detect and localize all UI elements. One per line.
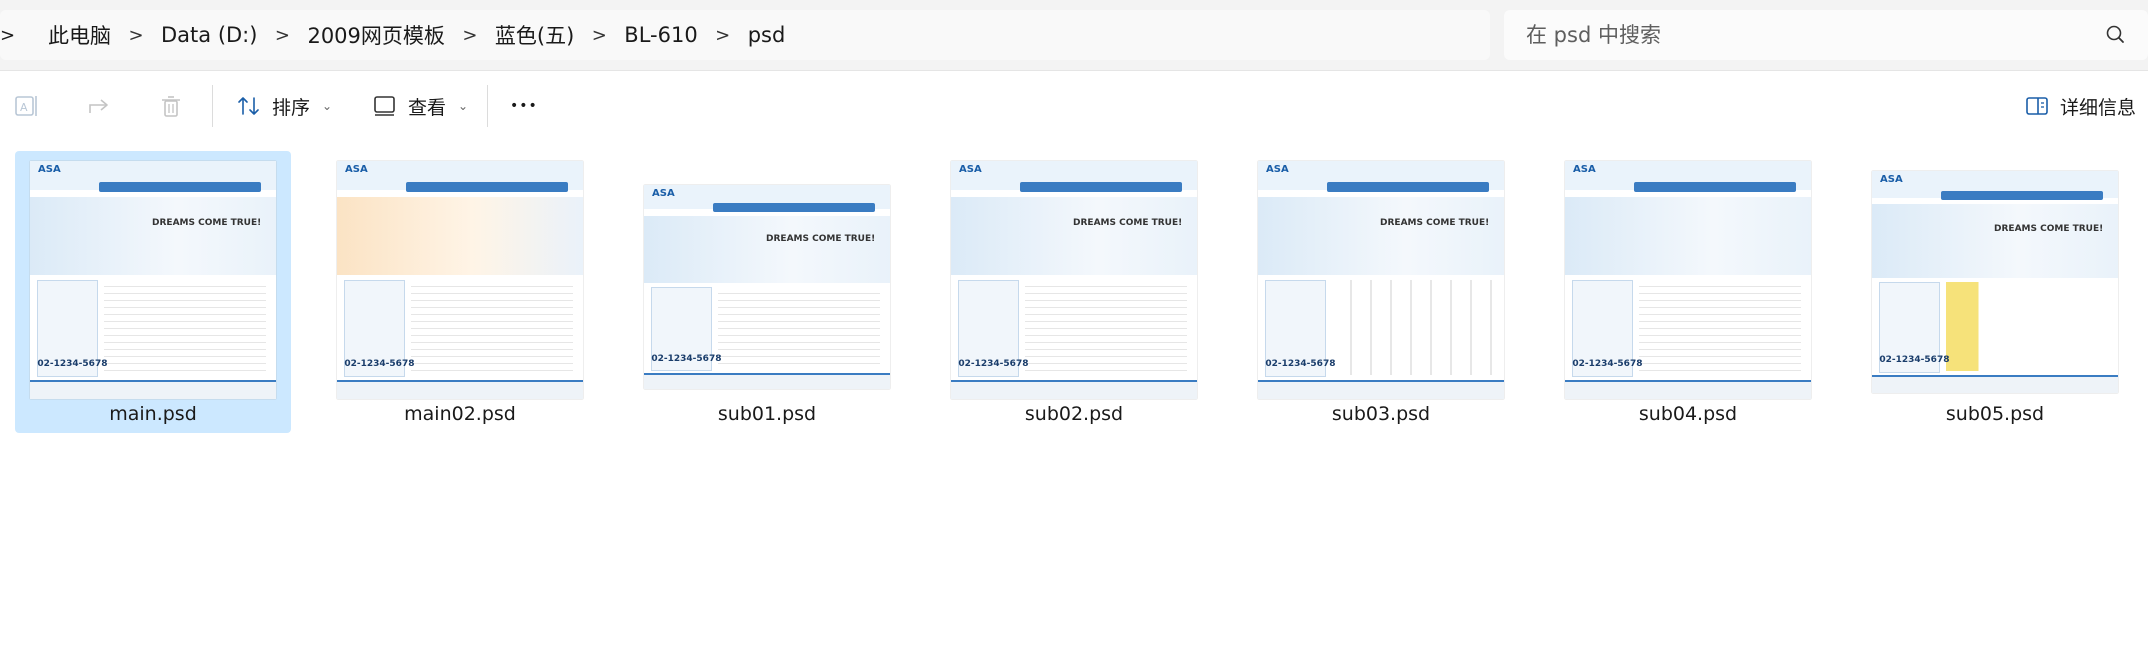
details-pane-icon — [2026, 97, 2048, 115]
view-button[interactable]: 查看 ⌄ — [372, 87, 468, 125]
breadcrumb-separator-chevron-icon[interactable]: > — [582, 25, 616, 46]
file-tile-sub04[interactable]: ASA 02-1234-5678 sub04.psd — [1550, 151, 1826, 433]
file-thumbnail: ASA DREAMS COME TRUE! 02-1234-5678 — [1872, 171, 2118, 393]
file-thumbnail: ASA DREAMS COME TRUE! 02-1234-5678 — [644, 185, 890, 389]
rename-button[interactable]: A — [14, 87, 40, 125]
toolbar-divider — [487, 85, 488, 127]
file-tile-sub03[interactable]: ASA DREAMS COME TRUE! 02-1234-5678 sub03… — [1243, 151, 1519, 433]
view-icon — [374, 96, 395, 116]
file-thumbnail: ASA DREAMS COME TRUE! 02-1234-5678 — [1258, 161, 1504, 399]
breadcrumb-item-blue-five[interactable]: 蓝色(五) — [487, 20, 582, 50]
view-label: 查看 — [408, 96, 447, 119]
search-input[interactable] — [1504, 22, 2098, 48]
more-options-icon: ••• — [510, 98, 538, 114]
file-name: sub02.psd — [1024, 403, 1124, 425]
file-tile-main02[interactable]: ASA 02-1234-5678 main02.psd — [322, 151, 598, 433]
trash-icon — [162, 96, 180, 117]
more-options-button[interactable]: ••• — [510, 87, 538, 125]
file-tile-main[interactable]: ASA DREAMS COME TRUE! 02-1234-5678 main.… — [15, 151, 291, 433]
file-tile-sub01[interactable]: ASA DREAMS COME TRUE! 02-1234-5678 sub01… — [629, 151, 905, 433]
breadcrumb-item-templates[interactable]: 2009网页模板 — [299, 20, 452, 50]
details-pane-button[interactable]: 详细信息 — [2024, 87, 2136, 125]
search-icon[interactable] — [2098, 17, 2134, 53]
delete-button[interactable] — [158, 87, 184, 125]
chevron-down-icon: ⌄ — [322, 99, 333, 113]
breadcrumb-item-bl-610[interactable]: BL-610 — [616, 23, 705, 47]
file-name: sub01.psd — [717, 403, 817, 425]
rename-icon: A — [15, 96, 37, 116]
command-bar: A 排序 ⌄ 查看 ⌄ ••• 详细信息 — [0, 70, 2148, 142]
breadcrumb-item-data-drive[interactable]: Data (D:) — [153, 23, 265, 47]
search-box[interactable] — [1504, 10, 2148, 60]
breadcrumb-separator-chevron-icon[interactable]: > — [119, 25, 153, 46]
share-button[interactable] — [86, 87, 112, 125]
breadcrumb[interactable]: > 此电脑 > Data (D:) > 2009网页模板 > 蓝色(五) > B… — [0, 10, 1490, 60]
svg-text:A: A — [20, 101, 28, 114]
file-name: main.psd — [109, 403, 197, 425]
file-tile-sub02[interactable]: ASA DREAMS COME TRUE! 02-1234-5678 sub02… — [936, 151, 1212, 433]
file-name: sub04.psd — [1638, 403, 1738, 425]
file-name: sub03.psd — [1331, 403, 1431, 425]
file-grid: ASA DREAMS COME TRUE! 02-1234-5678 main.… — [0, 141, 2148, 665]
file-name: sub05.psd — [1945, 403, 2045, 425]
breadcrumb-separator-chevron-icon[interactable]: > — [706, 25, 740, 46]
file-thumbnail: ASA DREAMS COME TRUE! 02-1234-5678 — [30, 161, 276, 399]
breadcrumb-separator-chevron-icon[interactable]: > — [265, 25, 299, 46]
breadcrumb-item-this-pc[interactable]: 此电脑 — [40, 20, 119, 50]
breadcrumb-lead-chevron-icon[interactable]: > — [0, 25, 16, 46]
chevron-down-icon: ⌄ — [458, 99, 469, 113]
share-icon — [89, 99, 108, 113]
file-thumbnail: ASA DREAMS COME TRUE! 02-1234-5678 — [951, 161, 1197, 399]
sort-button[interactable]: 排序 ⌄ — [236, 87, 332, 125]
sort-label: 排序 — [272, 96, 311, 119]
sort-icon — [238, 97, 259, 115]
file-tile-sub05[interactable]: ASA DREAMS COME TRUE! 02-1234-5678 sub05… — [1857, 151, 2133, 433]
address-bar-row: > 此电脑 > Data (D:) > 2009网页模板 > 蓝色(五) > B… — [0, 0, 2148, 70]
toolbar-divider — [212, 85, 213, 127]
breadcrumb-separator-chevron-icon[interactable]: > — [453, 25, 487, 46]
file-thumbnail: ASA 02-1234-5678 — [337, 161, 583, 399]
details-label: 详细信息 — [2060, 96, 2137, 119]
breadcrumb-item-psd[interactable]: psd — [740, 23, 794, 47]
file-name: main02.psd — [404, 403, 516, 425]
file-thumbnail: ASA 02-1234-5678 — [1565, 161, 1811, 399]
